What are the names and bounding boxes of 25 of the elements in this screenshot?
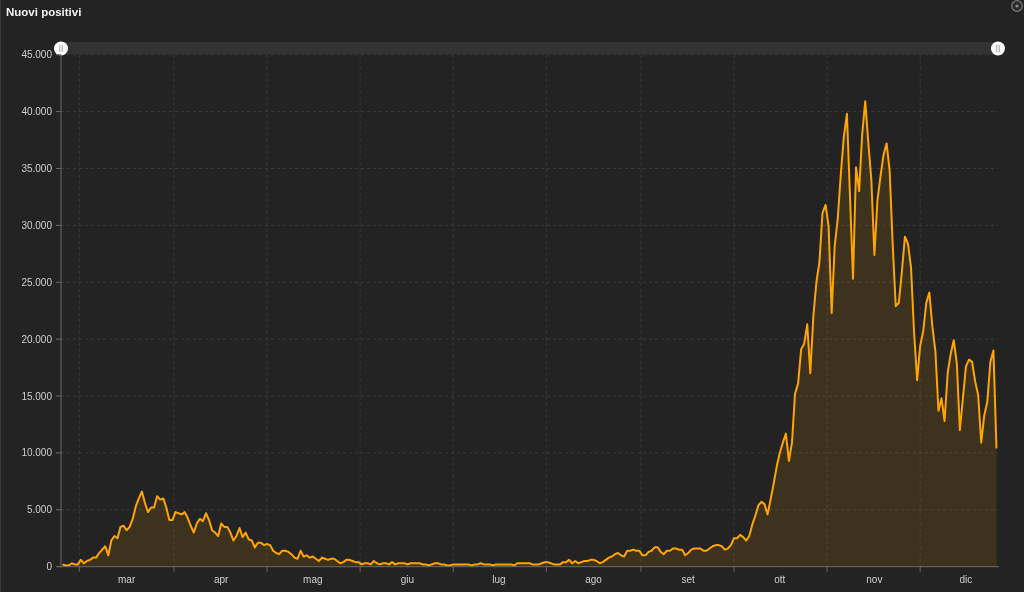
x-axis-label: mag [303, 573, 323, 585]
y-axis-label: 45.000 [21, 49, 52, 61]
y-axis-label: 25.000 [21, 276, 52, 288]
slider-handle[interactable] [991, 41, 1005, 56]
y-axis-label: 40.000 [21, 106, 52, 118]
chart-title: Nuovi positivi [5, 5, 82, 19]
range-slider[interactable] [54, 41, 1005, 56]
ring-icon[interactable] [1011, 0, 1023, 12]
x-axis-label: lug [492, 573, 506, 585]
x-axis-label: set [681, 573, 695, 585]
x-axis-label: nov [866, 573, 883, 585]
y-axis-label: 30.000 [21, 219, 52, 231]
x-axis-label: giu [400, 573, 415, 585]
slider-handle[interactable] [54, 41, 68, 56]
y-axis-label: 10.000 [21, 447, 52, 459]
x-axis-label: ago [585, 573, 602, 585]
x-axis-label: ott [774, 573, 786, 585]
y-axis-label: 15.000 [21, 390, 52, 402]
y-axis-label: 5.000 [26, 504, 52, 516]
y-axis-label: 0 [46, 561, 52, 573]
y-axis-label: 35.000 [21, 163, 52, 174]
x-axis-label: dic [959, 573, 973, 585]
x-axis-label: apr [214, 573, 229, 585]
x-axis-label: mar [118, 573, 136, 585]
y-axis-label: 20.000 [21, 333, 52, 345]
